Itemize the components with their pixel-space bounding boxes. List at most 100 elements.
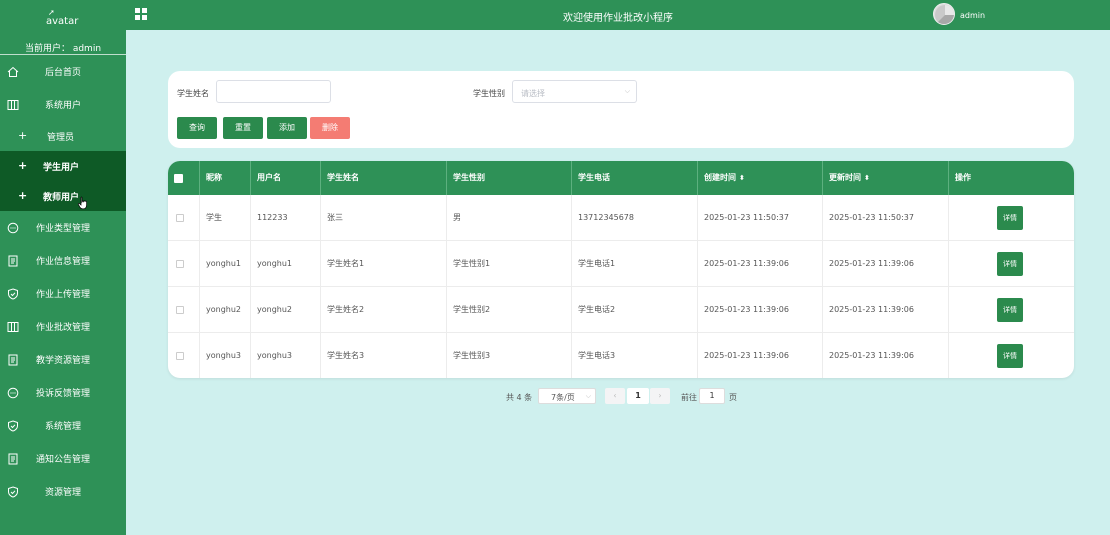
sidebar-item-notices[interactable]: 通知公告管理 xyxy=(0,442,126,475)
sidebar-item-system-management[interactable]: 系统管理 xyxy=(0,409,126,442)
row-checkbox[interactable] xyxy=(176,260,184,268)
gender-select-placeholder: 请选择 xyxy=(521,89,545,98)
cell-nickname: yonghu2 xyxy=(200,287,251,332)
sidebar-item-homework-upload[interactable]: 作业上传管理 xyxy=(0,277,126,310)
page-number-current[interactable]: 1 xyxy=(627,388,649,404)
row-checkbox[interactable] xyxy=(176,214,184,222)
cell-student-name: 学生姓名2 xyxy=(321,287,447,332)
pagination-total: 共 4 条 xyxy=(506,393,533,402)
sidebar-item-label: 教学资源管理 xyxy=(35,356,90,366)
cell-student-name: 学生姓名1 xyxy=(321,241,447,286)
table-row: yonghu3 yonghu3 学生姓名3 学生性别3 学生电话3 2025-0… xyxy=(168,333,1074,378)
sidebar-item-label: 学生用户 xyxy=(43,162,80,173)
cell-student-gender: 学生性别3 xyxy=(447,333,572,378)
cell-updated-time: 2025-01-23 11:39:06 xyxy=(823,241,949,286)
reset-button[interactable]: 重置 xyxy=(223,117,263,139)
cell-actions: 详情 xyxy=(949,195,1074,240)
sidebar-item-homework-grading[interactable]: 作业批改管理 xyxy=(0,310,126,343)
sidebar-item-homework-types[interactable]: 作业类型管理 xyxy=(0,211,126,244)
header-student-gender: 学生性别 xyxy=(447,161,572,195)
delete-button[interactable]: 删除 xyxy=(310,117,350,139)
student-gender-select[interactable]: 请选择 ⌵ xyxy=(512,80,637,103)
cell-student-gender: 学生性别1 xyxy=(447,241,572,286)
cell-student-phone: 13712345678 xyxy=(572,195,698,240)
table-row: yonghu2 yonghu2 学生姓名2 学生性别2 学生电话2 2025-0… xyxy=(168,287,1074,333)
sidebar-item-complaints[interactable]: 投诉反馈管理 xyxy=(0,376,126,409)
row-checkbox[interactable] xyxy=(176,352,184,360)
sidebar-item-label: 作业信息管理 xyxy=(35,257,90,267)
sidebar-item-resources[interactable]: 资源管理 xyxy=(0,475,126,508)
cell-created-time: 2025-01-23 11:39:06 xyxy=(698,333,823,378)
cell-updated-time: 2025-01-23 11:39:06 xyxy=(823,287,949,332)
cell-username: yonghu1 xyxy=(251,241,321,286)
goto-page-input[interactable]: 1 xyxy=(699,388,725,404)
table-row: yonghu1 yonghu1 学生姓名1 学生性别1 学生电话1 2025-0… xyxy=(168,241,1074,287)
topbar-username[interactable]: admin xyxy=(960,11,985,20)
row-checkbox-cell xyxy=(168,241,200,286)
select-all-checkbox[interactable] xyxy=(174,174,183,183)
cell-updated-time: 2025-01-23 11:50:37 xyxy=(823,195,949,240)
sidebar-item-student-users[interactable]: + 学生用户 xyxy=(0,151,126,181)
chevron-right-icon: › xyxy=(658,391,662,400)
header-updated-time-label: 更新时间 xyxy=(829,173,861,182)
cell-nickname: yonghu1 xyxy=(200,241,251,286)
student-name-input[interactable] xyxy=(216,80,331,103)
sidebar-item-label: 教师用户 xyxy=(43,192,80,203)
row-checkbox-cell xyxy=(168,195,200,240)
next-page-button[interactable]: › xyxy=(650,388,670,404)
sidebar-item-label: 资源管理 xyxy=(44,488,81,498)
sidebar-item-system-users[interactable]: 系统用户 xyxy=(0,88,126,121)
cell-actions: 详情 xyxy=(949,241,1074,286)
header-checkbox-cell xyxy=(168,161,200,195)
detail-button[interactable]: 详情 xyxy=(997,344,1023,368)
sidebar-item-label: 作业批改管理 xyxy=(35,323,90,333)
chevron-down-icon: ⌵ xyxy=(624,87,630,95)
cell-student-phone: 学生电话1 xyxy=(572,241,698,286)
sidebar-item-label: 后台首页 xyxy=(44,68,81,78)
header-created-time[interactable]: 创建时间 ⬍ xyxy=(698,161,823,195)
row-checkbox-cell xyxy=(168,333,200,378)
query-button[interactable]: 查询 xyxy=(177,117,217,139)
cell-student-name: 张三 xyxy=(321,195,447,240)
page-size-select[interactable]: 7条/页 ⌵ xyxy=(538,388,596,404)
goto-unit-label: 页 xyxy=(729,393,737,402)
cell-student-gender: 学生性别2 xyxy=(447,287,572,332)
sidebar-item-label: 管理员 xyxy=(47,132,75,143)
sidebar-item-admin[interactable]: + 管理员 xyxy=(0,121,126,151)
cell-student-gender: 男 xyxy=(447,195,572,240)
header-updated-time[interactable]: 更新时间 ⬍ xyxy=(823,161,949,195)
prev-page-button[interactable]: ‹ xyxy=(605,388,625,404)
header-username: 用户名 xyxy=(251,161,321,195)
hand-cursor-icon xyxy=(77,196,87,210)
sort-icon: ⬍ xyxy=(739,174,745,182)
cell-student-name: 学生姓名3 xyxy=(321,333,447,378)
table-row: 学生 112233 张三 男 13712345678 2025-01-23 11… xyxy=(168,195,1074,241)
detail-button[interactable]: 详情 xyxy=(997,206,1023,230)
logo: ➚ avatar xyxy=(44,8,84,28)
sidebar-item-label: 通知公告管理 xyxy=(35,455,90,465)
sidebar-item-homework-info[interactable]: 作业信息管理 xyxy=(0,244,126,277)
sort-icon: ⬍ xyxy=(864,174,870,182)
row-checkbox[interactable] xyxy=(176,306,184,314)
sidebar-item-teaching-resources[interactable]: 教学资源管理 xyxy=(0,343,126,376)
sidebar-item-label: 系统管理 xyxy=(44,422,81,432)
sidebar: ➚ avatar 当前用户： admin 后台首页 系统用户 + 管理员 + 学… xyxy=(0,0,126,535)
detail-button[interactable]: 详情 xyxy=(997,252,1023,276)
sidebar-item-label: 投诉反馈管理 xyxy=(35,389,90,399)
sidebar-item-teacher-users[interactable]: + 教师用户 xyxy=(0,181,126,211)
cell-actions: 详情 xyxy=(949,287,1074,332)
cell-username: 112233 xyxy=(251,195,321,240)
cell-nickname: yonghu3 xyxy=(200,333,251,378)
sidebar-item-home[interactable]: 后台首页 xyxy=(0,55,126,88)
goto-label: 前往 xyxy=(681,393,697,402)
page-size-value: 7条/页 xyxy=(551,393,575,402)
topbar: 欢迎使用作业批改小程序 admin xyxy=(126,0,1110,30)
cell-updated-time: 2025-01-23 11:39:06 xyxy=(823,333,949,378)
header-student-phone: 学生电话 xyxy=(572,161,698,195)
detail-button[interactable]: 详情 xyxy=(997,298,1023,322)
header-student-name: 学生姓名 xyxy=(321,161,447,195)
avatar[interactable] xyxy=(933,3,955,25)
student-gender-label: 学生性别 xyxy=(473,89,505,98)
add-button[interactable]: 添加 xyxy=(267,117,307,139)
cell-username: yonghu3 xyxy=(251,333,321,378)
